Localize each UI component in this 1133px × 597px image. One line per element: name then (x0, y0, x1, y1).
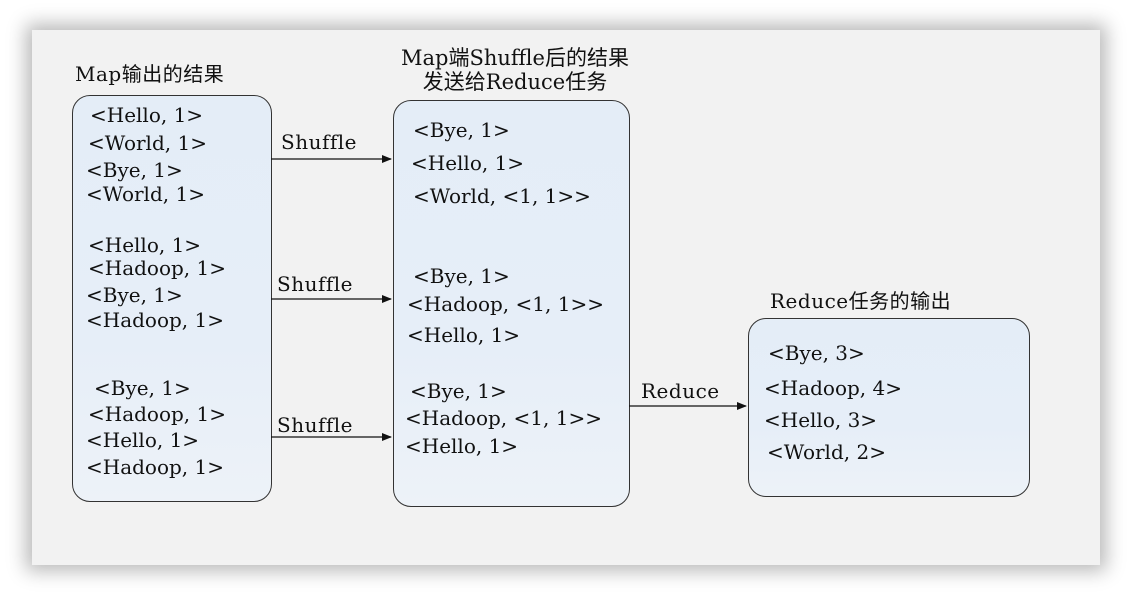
shuffle-label-3: Shuffle (277, 413, 353, 437)
reduce-label: Reduce (641, 379, 720, 403)
shuffle-label-2: Shuffle (277, 272, 353, 296)
arrows-layer (271, 155, 747, 441)
shuffle-label-1: Shuffle (281, 130, 357, 154)
